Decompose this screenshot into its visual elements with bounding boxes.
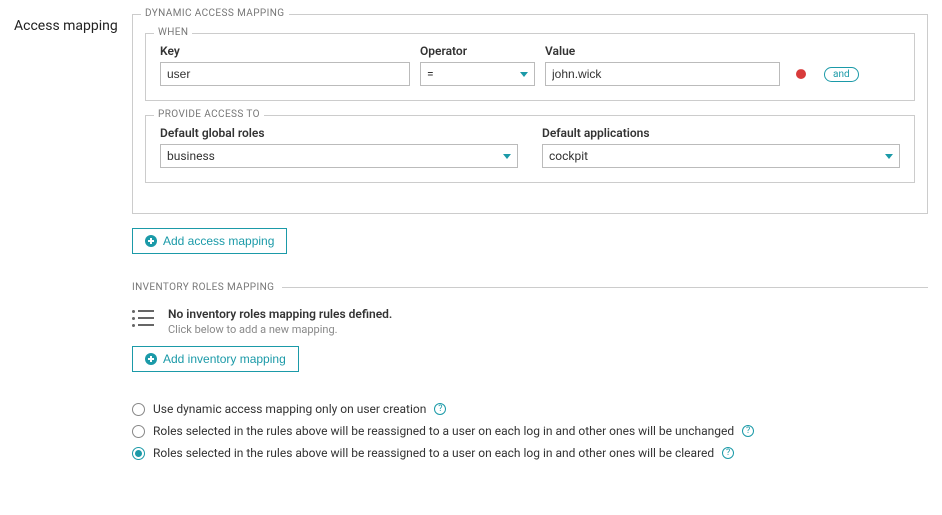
key-input[interactable] [160, 62, 410, 86]
list-icon [132, 309, 154, 329]
radio-opt3-label: Roles selected in the rules above will b… [153, 446, 714, 460]
inventory-empty-sub: Click below to add a new mapping. [168, 323, 392, 336]
radio-opt2[interactable] [132, 425, 145, 438]
default-apps-select[interactable]: cockpit [542, 144, 900, 168]
radio-opt1-label: Use dynamic access mapping only on user … [153, 402, 426, 416]
inventory-heading-text: INVENTORY ROLES MAPPING [132, 282, 274, 293]
when-group: WHEN Key Operator Value [145, 33, 915, 101]
chevron-down-icon [503, 154, 511, 159]
dynamic-legend: DYNAMIC ACCESS MAPPING [141, 8, 289, 19]
add-access-mapping-label: Add access mapping [163, 234, 274, 248]
key-label: Key [160, 44, 410, 58]
roles-label: Default global roles [160, 126, 518, 140]
default-roles-select[interactable]: business [160, 144, 518, 168]
help-icon[interactable]: ? [434, 403, 446, 415]
help-icon[interactable]: ? [722, 447, 734, 459]
chevron-down-icon [520, 72, 528, 77]
operator-value: = [427, 67, 434, 81]
dynamic-access-mapping-group: DYNAMIC ACCESS MAPPING WHEN Key Operator… [132, 14, 928, 214]
when-legend: WHEN [154, 27, 192, 38]
page-title: Access mapping [14, 14, 132, 460]
inventory-empty-state: No inventory roles mapping rules defined… [132, 307, 928, 336]
value-label: Value [545, 44, 780, 58]
remove-condition-icon[interactable] [796, 69, 806, 79]
radio-opt3[interactable] [132, 447, 145, 460]
apps-value: cockpit [549, 149, 588, 163]
apps-label: Default applications [542, 126, 900, 140]
radio-opt2-label: Roles selected in the rules above will b… [153, 424, 734, 438]
chevron-down-icon [885, 154, 893, 159]
operator-label: Operator [420, 44, 535, 58]
provide-legend: PROVIDE ACCESS TO [154, 109, 264, 120]
plus-icon [145, 353, 157, 365]
provide-access-group: PROVIDE ACCESS TO Default global roles b… [145, 115, 915, 183]
add-inventory-mapping-label: Add inventory mapping [163, 352, 286, 366]
value-input[interactable] [545, 62, 780, 86]
help-icon[interactable]: ? [742, 425, 754, 437]
plus-icon [145, 235, 157, 247]
inventory-empty-title: No inventory roles mapping rules defined… [168, 307, 392, 321]
mapping-mode-radio-group: Use dynamic access mapping only on user … [132, 402, 928, 460]
roles-value: business [167, 149, 215, 163]
radio-opt1[interactable] [132, 403, 145, 416]
operator-select[interactable]: = [420, 62, 535, 86]
add-access-mapping-button[interactable]: Add access mapping [132, 228, 287, 254]
and-chip-button[interactable]: and [824, 67, 859, 82]
inventory-roles-heading: INVENTORY ROLES MAPPING [132, 282, 928, 293]
divider-line [282, 287, 928, 288]
add-inventory-mapping-button[interactable]: Add inventory mapping [132, 346, 299, 372]
